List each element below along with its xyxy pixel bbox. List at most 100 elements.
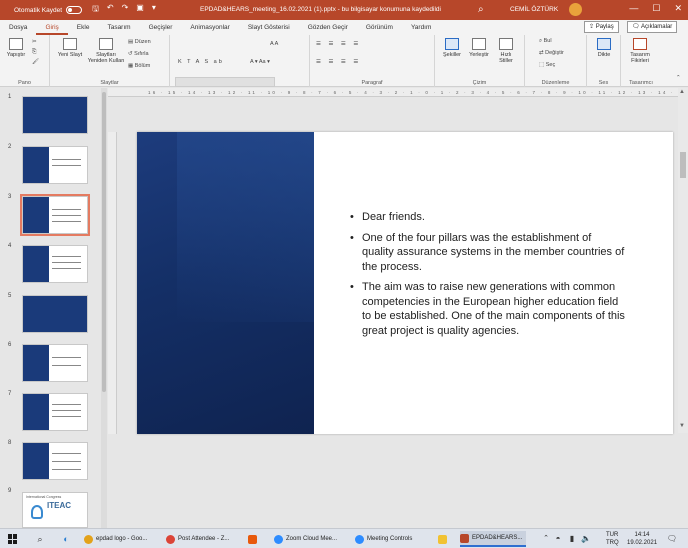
tab-insert[interactable]: Ekle [68, 20, 99, 35]
thumb-text-line [51, 209, 81, 210]
thumb-title-block [23, 246, 49, 282]
minimize-button[interactable]: — [629, 3, 638, 14]
undo-icon[interactable]: ↶ [107, 3, 114, 17]
taskbar-app-powerpoint[interactable]: EPDAD&HEARS... [460, 531, 527, 547]
format-painter-icon[interactable]: 🖌 [32, 59, 39, 65]
vertical-ruler [108, 132, 117, 434]
windows-start-icon[interactable] [8, 534, 18, 544]
font-format-buttons[interactable]: K T A S ab [178, 59, 224, 65]
battery-icon[interactable]: ▮ [566, 533, 578, 545]
maximize-button[interactable]: ☐ [652, 3, 660, 14]
section-button[interactable]: ▦ Bölüm [128, 63, 150, 69]
group-voice: Dikte Ses [587, 35, 621, 87]
taskbar-app-office[interactable] [248, 531, 261, 547]
reset-button[interactable]: ↺ Sıfırla [128, 51, 149, 57]
arrange-button[interactable]: Yerleştir [465, 38, 493, 58]
quick-styles-label: Hızlı Stiller [499, 52, 513, 64]
clock[interactable]: 14:14 19.02.2021 [627, 531, 657, 547]
taskbar-app-label: epdad logo - Goo... [96, 536, 148, 542]
scrollbar-thumb[interactable] [680, 152, 686, 178]
taskbar-app-chrome-2[interactable]: Post Attendee - Z... [166, 531, 233, 547]
scroll-down-icon[interactable]: ▼ [679, 423, 685, 429]
tab-animations[interactable]: Animasyonlar [181, 20, 238, 35]
search-icon[interactable]: ⌕ [34, 533, 46, 545]
notifications-icon[interactable]: 🗨 [666, 533, 678, 545]
slide-thumbnail-5[interactable] [22, 295, 88, 333]
group-label-editing: Düzenleme [541, 80, 570, 86]
cut-icon[interactable]: ✂ [32, 39, 37, 45]
share-button[interactable]: ⇪ Paylaş [584, 21, 619, 33]
window-controls: — ☐ ✕ [629, 3, 682, 14]
present-icon[interactable]: ▣ [136, 3, 144, 17]
autosave-toggle[interactable]: Otomatik Kaydet [14, 6, 83, 14]
slide-thumbnail-8[interactable] [22, 442, 88, 480]
tab-review[interactable]: Gözden Geçir [299, 20, 357, 35]
tab-design[interactable]: Tasarım [98, 20, 139, 35]
new-slide-button[interactable]: Yeni Slayt [56, 38, 84, 58]
tab-transitions[interactable]: Geçişler [140, 20, 182, 35]
editor-scrollbar[interactable]: ▲ ▼ [678, 88, 688, 433]
slide-bullet-list[interactable]: Dear friends. One of the four pillars wa… [350, 210, 625, 344]
collapse-ribbon-icon[interactable]: ⌃ [676, 75, 681, 81]
slide-thumbnail-1[interactable] [22, 96, 88, 134]
current-slide[interactable]: Bologna Process and quality agencies Dea… [137, 132, 673, 434]
tab-view[interactable]: Görünüm [357, 20, 402, 35]
shapes-button[interactable]: Şekiller [439, 38, 465, 58]
language-indicator[interactable]: TUR TRQ [606, 531, 619, 547]
network-icon[interactable]: ◓ [552, 533, 564, 545]
redo-icon[interactable]: ↷ [122, 3, 129, 17]
volume-icon[interactable]: 🔈 [580, 533, 592, 545]
find-button[interactable]: ⌕ Bul [539, 38, 552, 45]
arrange-label: Yerleştir [469, 52, 489, 58]
paste-button[interactable]: Yapıştır [4, 38, 28, 58]
close-button[interactable]: ✕ [674, 3, 682, 14]
tab-file[interactable]: Dosya [0, 20, 36, 35]
slide-thumbnail-4[interactable] [22, 245, 88, 283]
paste-icon [9, 38, 23, 50]
layout-button[interactable]: ▤ Düzen [128, 39, 151, 45]
design-ideas-button[interactable]: Tasarım Fikirleri [623, 38, 657, 64]
tab-slideshow[interactable]: Slayt Gösterisi [239, 20, 299, 35]
customize-icon[interactable]: ▾ [152, 3, 156, 17]
avatar[interactable] [569, 3, 582, 16]
thumb-number: 6 [8, 342, 12, 348]
new-slide-icon [63, 38, 77, 50]
thumbnail-scrollbar[interactable] [101, 88, 107, 528]
align-buttons[interactable]: ☰ ☰ ☰ ☰ [316, 59, 361, 65]
tab-help[interactable]: Yardım [402, 20, 440, 35]
copy-icon[interactable]: ⎘ [32, 49, 36, 56]
comments-button[interactable]: 🗨 Açıklamalar [627, 21, 678, 33]
font-size-grow-icon[interactable]: A A [270, 41, 278, 47]
thumb-text-line [51, 268, 81, 269]
edge-icon[interactable]: ◐ [60, 533, 72, 545]
font-name-select[interactable] [175, 77, 275, 87]
select-button[interactable]: ⬚ Seç [539, 62, 555, 68]
save-icon[interactable]: 🖫 [92, 3, 99, 17]
lang-top: TUR [606, 532, 619, 538]
scrollbar-thumb[interactable] [102, 92, 106, 392]
replace-button[interactable]: ⇄ Değiştir [539, 50, 564, 56]
taskbar-app-explorer[interactable] [438, 531, 451, 547]
slide-thumbnail-7[interactable] [22, 393, 88, 431]
tray-chevron-icon[interactable]: ⌃ [540, 533, 552, 545]
quick-styles-icon [499, 38, 513, 50]
user-name[interactable]: CEMİL ÖZTÜRK [510, 6, 558, 13]
taskbar-app-meeting-controls[interactable]: Meeting Controls [355, 531, 416, 547]
group-label-voice: Ses [598, 80, 609, 86]
thumb-text-line [51, 215, 81, 216]
dictate-button[interactable]: Dikte [591, 38, 617, 58]
slide-thumbnail-9[interactable]: International Congress ITEAC [22, 492, 88, 528]
slide-thumbnail-3[interactable] [20, 194, 90, 236]
taskbar-app-zoom[interactable]: Zoom Cloud Mee... [274, 531, 341, 547]
reuse-slides-button[interactable]: Slaytları Yeniden Kullan [86, 38, 126, 64]
search-icon[interactable]: ⌕ [478, 4, 484, 15]
tab-home[interactable]: Giriş [36, 20, 68, 35]
font-color-icon[interactable]: A ▾ Aa ▾ [250, 59, 270, 65]
quick-styles-button[interactable]: Hızlı Stiller [493, 38, 519, 64]
slide-thumbnail-2[interactable] [22, 146, 88, 184]
thumb-background [23, 296, 87, 332]
slide-thumbnail-6[interactable] [22, 344, 88, 382]
scroll-up-icon[interactable]: ▲ [679, 89, 685, 95]
taskbar-app-chrome-1[interactable]: epdad logo - Goo... [84, 531, 151, 547]
list-buttons[interactable]: ☰ ☰ ☰ ☰ [316, 41, 361, 47]
